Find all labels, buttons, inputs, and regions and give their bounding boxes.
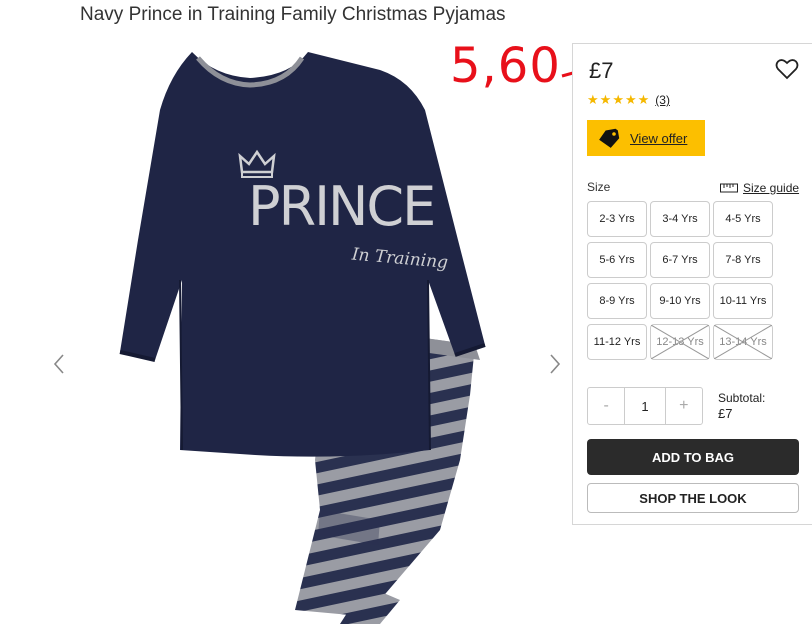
ruler-icon <box>720 183 738 193</box>
graphic-text-main: PRINCE <box>248 175 434 238</box>
size-option[interactable]: 11-12 Yrs <box>587 324 647 360</box>
review-count-link[interactable]: (3) <box>655 93 670 107</box>
size-option[interactable]: 4-5 Yrs <box>713 201 773 237</box>
size-option-unavailable: 12-13 Yrs <box>650 324 710 360</box>
quantity-decrease-button[interactable]: - <box>588 388 624 424</box>
star-icon: ★ <box>637 92 650 107</box>
size-guide-label: Size guide <box>743 181 800 195</box>
size-option-label: 5-6 Yrs <box>599 254 635 266</box>
size-label: Size <box>587 180 611 194</box>
view-offer-label: View offer <box>630 130 688 146</box>
size-option[interactable]: 5-6 Yrs <box>587 242 647 278</box>
previous-image-chevron-left-icon[interactable] <box>50 352 70 376</box>
size-option[interactable]: 2-3 Yrs <box>587 201 647 237</box>
add-to-bag-button[interactable]: ADD TO BAG <box>587 439 799 475</box>
star-icon: ★ <box>624 92 637 107</box>
size-options: 2-3 Yrs 3-4 Yrs 4-5 Yrs 5-6 Yrs 6-7 Yrs … <box>587 201 773 360</box>
size-option-label: 8-9 Yrs <box>599 295 635 307</box>
size-option[interactable]: 9-10 Yrs <box>650 283 710 319</box>
cross-out-icon <box>714 325 772 359</box>
shop-the-look-button[interactable]: SHOP THE LOOK <box>587 483 799 513</box>
size-option-label: 11-12 Yrs <box>593 336 641 348</box>
quantity-stepper: - 1 + <box>587 387 703 425</box>
size-option-label: 4-5 Yrs <box>725 213 761 225</box>
size-option-label: 6-7 Yrs <box>662 254 698 266</box>
quantity-input[interactable]: 1 <box>624 388 666 424</box>
size-option[interactable]: 10-11 Yrs <box>713 283 773 319</box>
size-option-label: 2-3 Yrs <box>599 213 635 225</box>
tag-icon <box>599 128 620 148</box>
size-option-label: 3-4 Yrs <box>662 213 698 225</box>
size-option-label: 7-8 Yrs <box>725 254 761 266</box>
star-icon: ★ <box>587 92 599 107</box>
star-icon: ★ <box>612 92 624 107</box>
product-image: PRINCE In Training <box>80 40 550 624</box>
purchase-panel: £7 ★ ★ ★ ★ ★ (3) View offer Size Size gu… <box>572 43 812 525</box>
cross-out-icon <box>651 325 709 359</box>
size-option-unavailable: 13-14 Yrs <box>713 324 773 360</box>
size-option-label: 10-11 Yrs <box>719 295 767 307</box>
subtotal: Subtotal: £7 <box>718 390 765 422</box>
view-offer-button[interactable]: View offer <box>587 120 705 156</box>
size-option[interactable]: 7-8 Yrs <box>713 242 773 278</box>
product-title: Navy Prince in Training Family Christmas… <box>80 4 506 25</box>
subtotal-label: Subtotal: <box>718 391 766 405</box>
quantity-increase-button[interactable]: + <box>666 388 702 424</box>
subtotal-amount: £7 <box>718 406 733 421</box>
size-option[interactable]: 3-4 Yrs <box>650 201 710 237</box>
size-guide-link[interactable]: Size guide <box>720 181 799 195</box>
handwritten-sale-price: 5,60 <box>450 38 561 94</box>
original-price: £7 <box>589 58 614 83</box>
size-option[interactable]: 6-7 Yrs <box>650 242 710 278</box>
next-image-chevron-right-icon[interactable] <box>544 352 564 376</box>
size-option[interactable]: 8-9 Yrs <box>587 283 647 319</box>
star-icon: ★ <box>599 92 612 107</box>
size-option-label: 9-10 Yrs <box>659 295 701 307</box>
rating-stars[interactable]: ★ ★ ★ ★ ★ (3) <box>587 92 670 108</box>
wishlist-heart-icon[interactable] <box>775 58 799 80</box>
